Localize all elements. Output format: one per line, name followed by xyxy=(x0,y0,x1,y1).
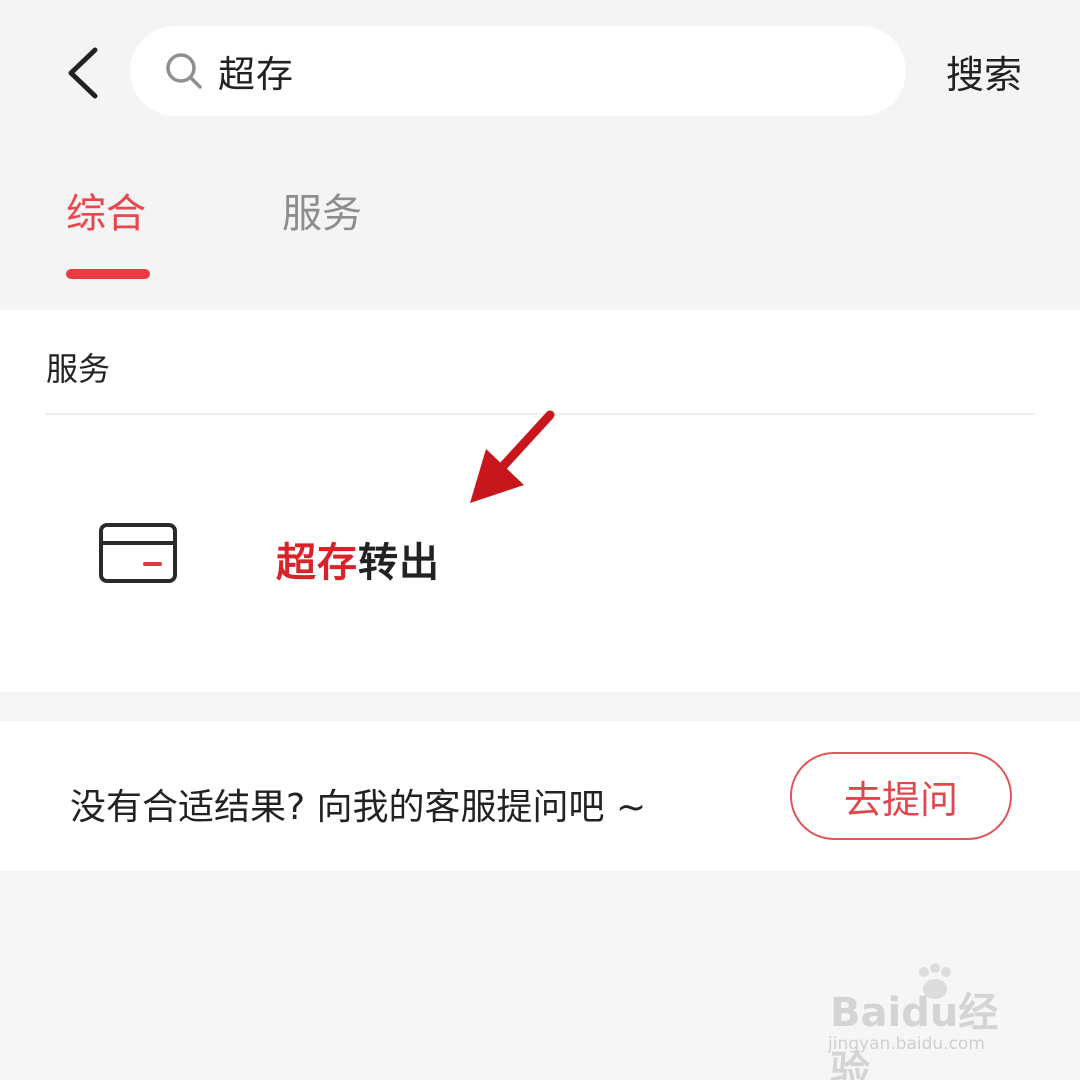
baidu-watermark: Baidu经验 jingyan.baidu.com xyxy=(826,962,1026,1080)
card-icon xyxy=(99,523,177,583)
section-title: 服务 xyxy=(46,350,111,388)
result-tabs: 综合 服务 xyxy=(0,145,1080,305)
chevron-left-icon xyxy=(68,47,98,99)
active-tab-indicator xyxy=(66,269,150,279)
search-button[interactable]: 搜索 xyxy=(946,44,1022,99)
watermark-url: jingyan.baidu.com xyxy=(828,1034,985,1054)
service-name-highlight: 超存 xyxy=(276,540,358,586)
service-name-rest: 转出 xyxy=(358,540,440,586)
ask-question-button[interactable]: 去提问 xyxy=(790,752,1012,840)
ask-support-card: 没有合适结果? 向我的客服提问吧 ~ 去提问 xyxy=(0,722,1080,870)
service-name: 超存转出 xyxy=(276,530,440,588)
search-icon xyxy=(164,51,204,91)
tab-comprehensive[interactable]: 综合 xyxy=(66,181,146,239)
search-query-text[interactable]: 超存 xyxy=(218,44,294,98)
no-result-prompt: 没有合适结果? 向我的客服提问吧 ~ xyxy=(70,787,647,828)
search-results-page: 超存 搜索 综合 服务 服务 超存转出 没有合适结果? 向我的客服提问吧 ~ 去… xyxy=(0,0,1080,1080)
back-button[interactable] xyxy=(56,42,108,104)
annotation-arrow-icon xyxy=(470,410,555,503)
tab-services[interactable]: 服务 xyxy=(282,181,362,239)
search-input[interactable]: 超存 xyxy=(130,26,906,116)
watermark-logo: Baidu经验 xyxy=(830,990,999,1080)
top-bar: 超存 搜索 xyxy=(0,0,1080,145)
